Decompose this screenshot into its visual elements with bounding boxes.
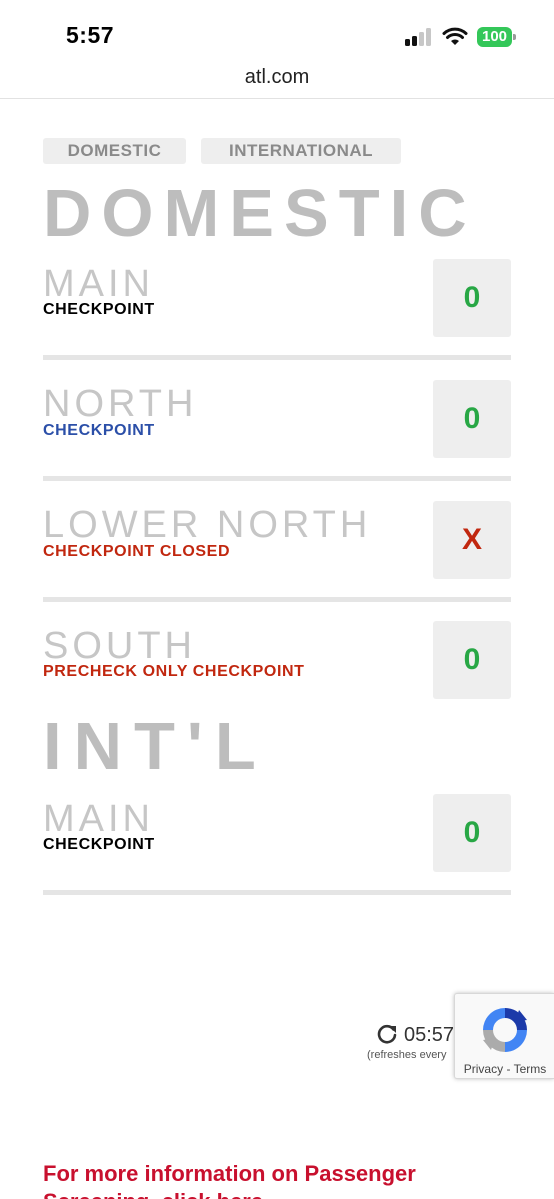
checkpoint-south-name: SOUTH	[43, 625, 196, 667]
recaptcha-links: Privacy - Terms	[455, 1062, 554, 1076]
recaptcha-terms-link[interactable]: Terms	[514, 1062, 547, 1076]
divider	[43, 890, 511, 895]
intl-checkpoint-main-wait: 0	[433, 794, 511, 872]
address-bar[interactable]: atl.com	[0, 60, 554, 99]
cellular-signal-icon	[405, 28, 433, 46]
url-text[interactable]: atl.com	[0, 66, 554, 89]
checkpoint-north-subtitle: CHECKPOINT	[43, 422, 155, 439]
wifi-icon	[442, 27, 468, 45]
battery-icon: 100	[477, 27, 516, 47]
checkpoint-lower-north-name: LOWER NORTH	[43, 504, 372, 546]
checkpoint-south-subtitle: PRECHECK ONLY CHECKPOINT	[43, 663, 305, 680]
checkpoint-north-wait: 0	[433, 380, 511, 458]
passenger-screening-link[interactable]: For more information on Passenger Screen…	[43, 1160, 503, 1199]
intl-checkpoint-main-name: MAIN	[43, 798, 154, 840]
recaptcha-privacy-link[interactable]: Privacy	[464, 1062, 503, 1076]
domestic-heading: DOMESTIC	[43, 176, 477, 251]
clock: 5:57	[66, 22, 115, 48]
checkpoint-lower-north-subtitle: CHECKPOINT CLOSED	[43, 543, 231, 560]
checkpoint-south-wait: 0	[433, 621, 511, 699]
status-bar: 5:57 100	[0, 0, 554, 60]
checkpoint-north-name: NORTH	[43, 383, 198, 425]
refresh-icon[interactable]	[376, 1023, 398, 1045]
recaptcha-logo-icon	[483, 1008, 527, 1052]
divider	[43, 597, 511, 602]
divider	[43, 355, 511, 360]
recaptcha-separator: -	[503, 1062, 514, 1076]
recaptcha-badge[interactable]: Privacy - Terms	[454, 993, 554, 1079]
last-refresh-time: 05:57	[404, 1024, 455, 1046]
international-heading: INT'L	[43, 709, 268, 784]
tab-domestic[interactable]: DOMESTIC	[43, 138, 186, 164]
checkpoint-main-wait: 0	[433, 259, 511, 337]
tab-international[interactable]: INTERNATIONAL	[201, 138, 401, 164]
refresh-note: (refreshes every	[367, 1049, 447, 1061]
battery-level: 100	[477, 27, 512, 47]
checkpoint-main-name: MAIN	[43, 263, 154, 305]
intl-checkpoint-main-subtitle: CHECKPOINT	[43, 836, 155, 853]
checkpoint-main-subtitle: CHECKPOINT	[43, 301, 155, 318]
divider	[43, 476, 511, 481]
checkpoint-lower-north-wait: X	[433, 501, 511, 579]
